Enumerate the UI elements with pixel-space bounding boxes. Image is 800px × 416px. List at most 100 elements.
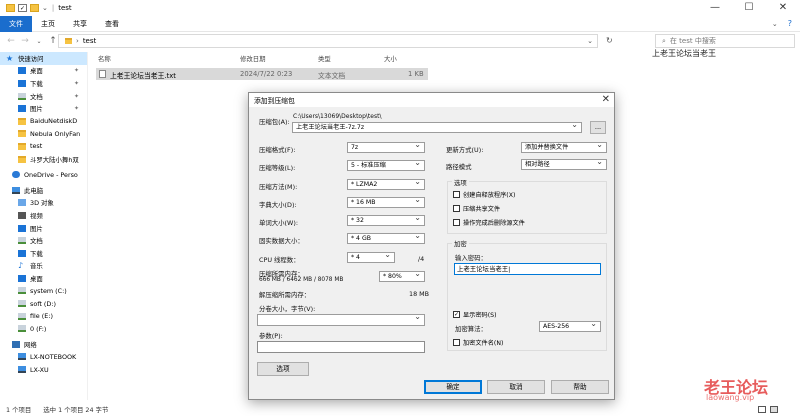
back-icon[interactable]: ← <box>4 36 18 46</box>
encrypt-names-checkbox[interactable]: 加密文件名(N) <box>453 338 503 347</box>
sidebar-item-downloads[interactable]: 下载 ✦ <box>0 77 87 90</box>
sidebar-item-drive-f[interactable]: 0 (F:) <box>0 322 87 335</box>
word-size-select[interactable]: * 32 <box>347 215 425 226</box>
video-icon <box>18 211 26 219</box>
dialog-close-button[interactable]: ✕ <box>602 93 610 107</box>
browse-button[interactable]: ... <box>590 121 606 134</box>
tab-share[interactable]: 共享 <box>64 16 96 32</box>
password-input[interactable]: 上老王论坛当老王| <box>454 263 601 275</box>
add-to-archive-dialog: 添加到压缩包 ✕ 压缩包(A): C:\Users\13069\Desktop\… <box>248 92 615 400</box>
breadcrumb: test <box>82 37 97 45</box>
watermark-url: laowang.vip <box>706 393 755 402</box>
help-button[interactable]: 帮助 <box>551 380 609 394</box>
close-button[interactable]: ✕ <box>766 0 800 16</box>
checkbox-box[interactable] <box>453 219 460 226</box>
tab-home[interactable]: 主页 <box>32 16 64 32</box>
address-dropdown-icon[interactable]: ⌄ <box>587 37 593 45</box>
computer-icon <box>18 353 26 361</box>
sidebar-item-quick-access[interactable]: ★ 快速访问 <box>0 52 87 65</box>
update-mode-select[interactable]: 添加并替换文件 <box>521 142 607 153</box>
memory-usage-select[interactable]: * 80% <box>379 271 425 282</box>
sidebar-item-documents[interactable]: 文档 <box>0 234 87 247</box>
column-header-type[interactable]: 类型 <box>318 54 331 63</box>
ok-button[interactable]: 确定 <box>424 380 482 394</box>
path-mode-select[interactable]: 相对路径 <box>521 159 607 170</box>
sidebar-item-computer[interactable]: LX-NOTEBOOK <box>0 351 87 364</box>
column-header-name[interactable]: 名称 <box>98 54 111 63</box>
chevron-down-icon[interactable]: ⌄ <box>42 4 48 12</box>
parameters-input[interactable] <box>257 341 425 353</box>
solid-block-select[interactable]: * 4 GB <box>347 233 425 244</box>
sidebar-item-desktop[interactable]: 桌面 <box>0 272 87 285</box>
folder-icon <box>18 142 26 150</box>
sidebar-item-videos[interactable]: 视频 <box>0 209 87 222</box>
sidebar-item-drive-e[interactable]: file (E:) <box>0 310 87 323</box>
pin-icon: ✦ <box>73 92 79 100</box>
method-select[interactable]: * LZMA2 <box>347 179 425 190</box>
sidebar-item-folder[interactable]: Nebula OnlyFan <box>0 128 87 141</box>
sidebar-item-folder[interactable]: 斗罗大陆小舞h双 <box>0 153 87 166</box>
sidebar-item-pictures[interactable]: 图片 ✦ <box>0 102 87 115</box>
sidebar-item-drive-d[interactable]: soft (D:) <box>0 297 87 310</box>
dictionary-select[interactable]: * 16 MB <box>347 197 425 208</box>
threads-select[interactable]: * 4 <box>347 252 395 263</box>
archive-label: 压缩包(A): <box>259 118 290 126</box>
new-folder-icon[interactable] <box>30 4 39 12</box>
encryption-method-select[interactable]: AES-256 <box>539 321 601 332</box>
maximize-button[interactable]: ☐ <box>732 0 766 16</box>
drive-icon <box>18 325 26 333</box>
sidebar-item-onedrive[interactable]: OneDrive - Perso <box>0 168 87 181</box>
cancel-button[interactable]: 取消 <box>487 380 545 394</box>
selection-info: 选中 1 个项目 24 字节 <box>43 405 109 414</box>
sidebar-item-network[interactable]: 网络 <box>0 338 87 351</box>
tab-file[interactable]: 文件 <box>0 15 32 32</box>
checkbox-box[interactable] <box>453 191 460 198</box>
sidebar-item-pictures[interactable]: 图片 <box>0 222 87 235</box>
show-password-checkbox[interactable]: ✓ 显示密码(S) <box>453 310 497 319</box>
column-header-date[interactable]: 修改日期 <box>240 54 266 63</box>
details-view-icon[interactable] <box>758 405 766 413</box>
ribbon-expand-icon[interactable]: ⌄ <box>772 20 778 28</box>
delete-after-checkbox[interactable]: 操作完成后删除源文件 <box>453 218 525 227</box>
sidebar-item-desktop[interactable]: 桌面 ✦ <box>0 65 87 78</box>
shared-files-checkbox[interactable]: 压缩共享文件 <box>453 204 500 213</box>
checkbox-box[interactable]: ✓ <box>453 311 460 318</box>
search-placeholder: 在 test 中搜索 <box>669 37 716 45</box>
archive-name-combo[interactable]: 上老王论坛当老王-7z.7z <box>292 122 582 133</box>
checkbox-box[interactable] <box>453 205 460 212</box>
status-bar: 1 个项目 选中 1 个项目 24 字节 <box>0 402 800 416</box>
tab-view[interactable]: 查看 <box>96 16 128 32</box>
sidebar-item-this-pc[interactable]: 此电脑 <box>0 184 87 197</box>
column-header-size[interactable]: 大小 <box>384 54 397 63</box>
options-button[interactable]: 选项 <box>257 362 309 376</box>
sidebar-item-computer[interactable]: LX-XU <box>0 363 87 376</box>
search-input[interactable]: ⌕ 在 test 中搜索 <box>655 34 795 48</box>
parameters-label: 参数(P): <box>259 332 283 340</box>
address-field[interactable]: › test ⌄ <box>58 34 598 48</box>
level-select[interactable]: 5 - 标准压缩 <box>347 160 425 171</box>
checkbox-box[interactable] <box>453 339 460 346</box>
sidebar-item-music[interactable]: ♪ 音乐 <box>0 260 87 273</box>
table-row[interactable]: 上老王论坛当老王.txt 2024/7/22 0:23 文本文档 1 KB <box>96 68 428 80</box>
sidebar-item-drive-c[interactable]: system (C:) <box>0 285 87 298</box>
threads-total: /4 <box>418 255 425 263</box>
refresh-icon[interactable]: ↻ <box>606 36 613 45</box>
sidebar-item-downloads[interactable]: 下载 <box>0 247 87 260</box>
properties-icon[interactable]: ✓ <box>18 4 27 12</box>
folder-icon <box>65 38 72 44</box>
large-icons-view-icon[interactable] <box>770 405 778 413</box>
sidebar-item-folder[interactable]: BaiduNetdiskD <box>0 115 87 128</box>
forward-icon[interactable]: → <box>18 36 32 46</box>
sfx-checkbox[interactable]: 创建自释放程序(X) <box>453 190 515 199</box>
item-count: 1 个项目 <box>6 405 32 414</box>
minimize-button[interactable]: — <box>698 0 732 16</box>
sidebar-item-3d-objects[interactable]: 3D 对象 <box>0 197 87 210</box>
word-size-label: 单词大小(W): <box>259 219 299 227</box>
decompress-memory-value: 18 MB <box>409 290 430 298</box>
help-icon[interactable]: ? <box>788 19 792 28</box>
sidebar-item-documents[interactable]: 文档 ✦ <box>0 90 87 103</box>
recent-chevron-icon[interactable]: ⌄ <box>32 38 46 45</box>
format-select[interactable]: 7z <box>347 142 425 153</box>
sidebar-item-folder[interactable]: test <box>0 140 87 153</box>
split-volume-combo[interactable] <box>257 314 425 326</box>
